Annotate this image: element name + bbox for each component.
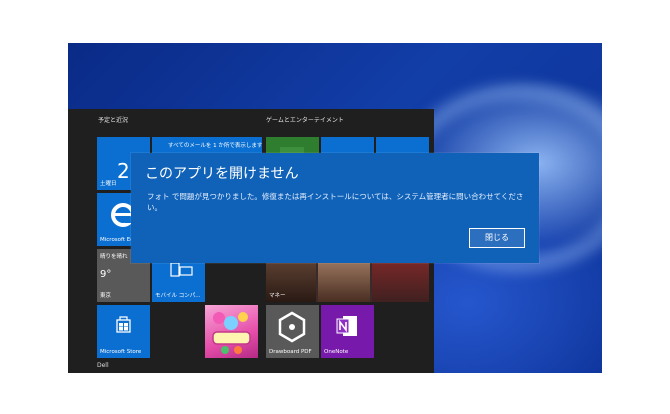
tile-store-label: Microsoft Store [100, 349, 142, 355]
error-dialog: このアプリを開けません フォト で問題が見つかりました。修復または再インストール… [131, 153, 539, 263]
calendar-day: 2 [117, 159, 130, 183]
tile-candy-crush-soda[interactable] [205, 305, 258, 358]
weather-temperature: 9° [100, 269, 112, 280]
weather-condition: 晴りを晴れ [100, 254, 128, 260]
tile-onenote-label: OneNote [324, 349, 349, 355]
tile-store[interactable]: Microsoft Store [97, 305, 150, 358]
group-label-schedule: 予定と近況 [98, 117, 129, 124]
tile-mobile-label: モバイル コンパ... [155, 293, 201, 299]
tile-onenote[interactable]: OneNote [321, 305, 374, 358]
weather-city: 東京 [100, 293, 112, 299]
dialog-title: このアプリを開けません [145, 166, 299, 182]
dialog-message: フォト で問題が見つかりました。修復または再インストールについては、システム管理… [147, 192, 524, 212]
tile-mail-label: すべてのメールを 1 か所で表示します [168, 143, 262, 149]
group-label-games: ゲームとエンターテイメント [266, 117, 344, 124]
tile-news-label: マネー [269, 293, 286, 299]
user-name: Dell [97, 362, 109, 369]
tile-drawboard-label: Drawboard PDF [269, 349, 312, 355]
candy-game-art-icon [212, 312, 251, 354]
tile-drawboard-pdf[interactable]: Drawboard PDF [266, 305, 319, 358]
tile-calendar-label: 土曜日 [100, 181, 117, 187]
close-button[interactable]: 閉じる [469, 228, 525, 248]
